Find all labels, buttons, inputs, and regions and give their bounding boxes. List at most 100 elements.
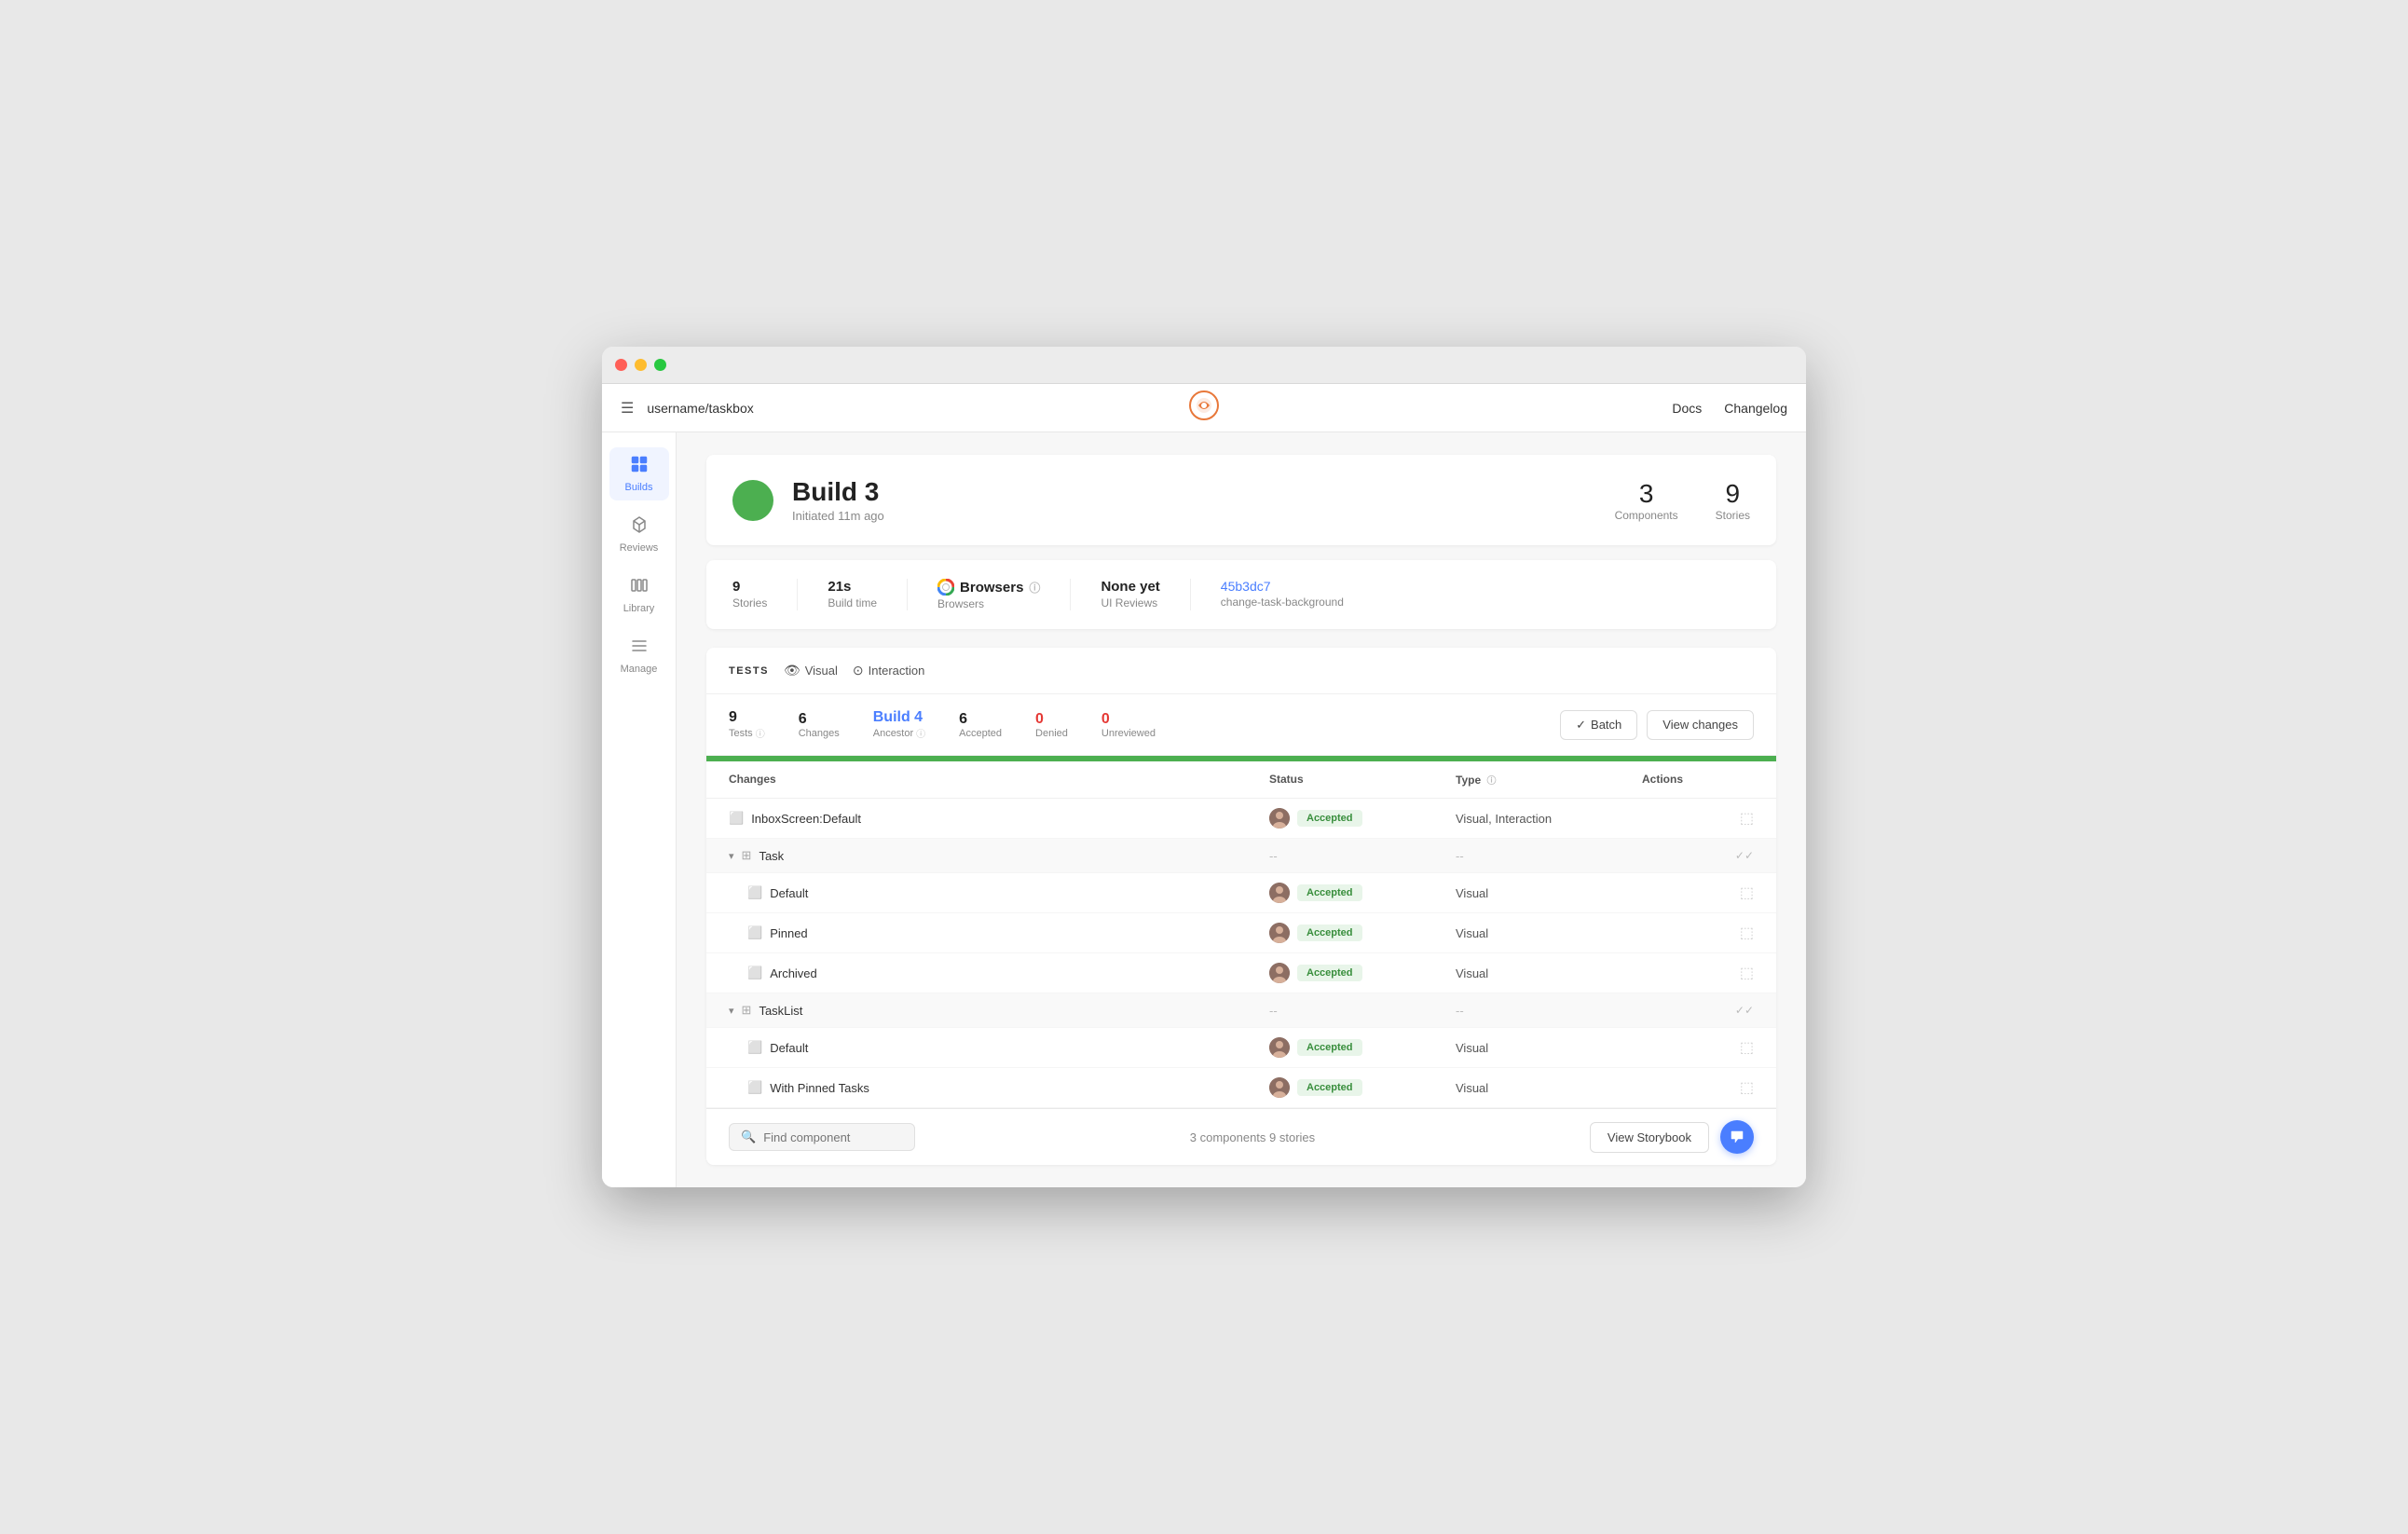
changelog-link[interactable]: Changelog	[1724, 401, 1787, 416]
denied-num: 0	[1035, 711, 1068, 728]
type-help-icon: ⓘ	[1486, 776, 1496, 787]
row-name-text: With Pinned Tasks	[770, 1081, 869, 1095]
sidebar-item-manage-label: Manage	[621, 664, 658, 675]
sidebar-item-library-label: Library	[623, 603, 655, 614]
stories-count: 9	[1716, 479, 1750, 509]
minimize-button[interactable]	[635, 359, 647, 371]
build-subtitle: Initiated 11m ago	[792, 509, 884, 523]
type-cell: --	[1456, 1004, 1642, 1018]
action-icon[interactable]: ⬚	[1740, 924, 1754, 942]
ancestor-label: Ancestor ⓘ	[873, 726, 925, 740]
type-cell: Visual	[1456, 1041, 1642, 1055]
table-row: ⬜ Pinned Accepted	[706, 913, 1776, 953]
search-input[interactable]	[763, 1130, 894, 1144]
view-storybook-button[interactable]: View Storybook	[1590, 1122, 1709, 1153]
menu-icon[interactable]: ☰	[621, 399, 634, 418]
build-time-info: 21s Build time	[828, 579, 908, 610]
close-button[interactable]	[615, 359, 627, 371]
sidebar-item-manage[interactable]: Manage	[609, 629, 669, 682]
ancestor-stat: Build 4 Ancestor ⓘ	[873, 709, 925, 740]
action-icon[interactable]: ✓✓	[1735, 849, 1754, 862]
status-cell: Accepted	[1269, 808, 1456, 829]
status-badge: Accepted	[1297, 925, 1362, 941]
commit-link[interactable]: 45b3dc7	[1221, 579, 1271, 594]
checkmark-icon: ✓	[1576, 718, 1586, 733]
chat-icon	[1730, 1130, 1744, 1144]
row-name-text: Archived	[770, 966, 817, 980]
table-row: ⬜ Archived Accepted	[706, 953, 1776, 993]
components-label: Components	[1615, 509, 1678, 522]
components-stat: 3 Components	[1615, 479, 1678, 522]
action-icon[interactable]: ⬚	[1740, 883, 1754, 902]
sidebar-item-reviews[interactable]: Reviews	[609, 508, 669, 561]
collapse-icon[interactable]: ▾	[729, 1005, 734, 1017]
avatar	[1269, 808, 1290, 829]
row-name: ▾ ⊞ Task	[729, 848, 1269, 863]
library-icon	[630, 576, 649, 599]
action-icon[interactable]: ✓✓	[1735, 1004, 1754, 1017]
action-icon[interactable]: ⬚	[1740, 1078, 1754, 1097]
story-icon: ⬜	[747, 1080, 762, 1095]
components-count: 3	[1615, 479, 1678, 509]
status-badge: Accepted	[1297, 1079, 1362, 1096]
ui-reviews-value: None yet	[1101, 579, 1159, 595]
status-cell: Accepted	[1269, 923, 1456, 943]
row-name: ⬜ Archived	[729, 966, 1269, 980]
ui-reviews-info: None yet UI Reviews	[1101, 579, 1190, 610]
batch-button[interactable]: ✓ Batch	[1560, 710, 1637, 740]
row-name-text: Default	[770, 1041, 808, 1055]
build-status-indicator	[732, 480, 773, 521]
action-icon[interactable]: ⬚	[1740, 1038, 1754, 1057]
sidebar: Builds Reviews	[602, 432, 677, 1187]
chat-fab[interactable]	[1720, 1120, 1754, 1154]
tests-stats-bar: 9 Tests ⓘ 6 Changes Build 4 Ancestor	[706, 694, 1776, 756]
status-badge: Accepted	[1297, 810, 1362, 827]
accepted-num: 6	[959, 711, 1002, 728]
stories-stat: 9 Stories	[1716, 479, 1750, 522]
interaction-filter-label: Interaction	[869, 664, 925, 678]
table-row: ⬜ Default Accepted	[706, 873, 1776, 913]
row-name: ▾ ⊞ TaskList	[729, 1003, 1269, 1018]
denied-stat: 0 Denied	[1035, 711, 1068, 739]
row-name-text: Default	[770, 886, 808, 900]
view-changes-button[interactable]: View changes	[1647, 710, 1754, 740]
avatar-img	[1269, 963, 1290, 983]
tests-label: Tests ⓘ	[729, 726, 765, 740]
sidebar-item-reviews-label: Reviews	[620, 542, 659, 554]
titlebar	[602, 347, 1806, 384]
table-row: ▾ ⊞ Task -- -- ✓✓	[706, 839, 1776, 873]
col-changes: Changes	[729, 773, 1269, 787]
action-icon[interactable]: ⬚	[1740, 964, 1754, 982]
action-icon[interactable]: ⬚	[1740, 809, 1754, 828]
tests-title: TESTS	[729, 665, 769, 677]
docs-link[interactable]: Docs	[1672, 401, 1702, 416]
interaction-filter[interactable]: ⊙ Interaction	[853, 663, 924, 678]
eye-icon: 👁	[784, 663, 800, 678]
content-area: Build 3 Initiated 11m ago 3 Components 9…	[677, 432, 1806, 1187]
sidebar-item-library[interactable]: Library	[609, 568, 669, 622]
maximize-button[interactable]	[654, 359, 666, 371]
story-icon: ⬜	[747, 966, 762, 980]
chrome-icon	[937, 579, 954, 596]
actions-cell: ✓✓	[1642, 1004, 1754, 1017]
traffic-lights	[615, 359, 666, 371]
sidebar-item-builds[interactable]: Builds	[609, 447, 669, 500]
row-name-text: Task	[759, 849, 784, 863]
stories-label: Stories	[1716, 509, 1750, 522]
table-row: ⬜ InboxScreen:Default Acc	[706, 799, 1776, 839]
row-name: ⬜ With Pinned Tasks	[729, 1080, 1269, 1095]
actions-cell: ⬚	[1642, 1038, 1754, 1057]
table-row: ▾ ⊞ TaskList -- -- ✓✓	[706, 993, 1776, 1028]
status-badge: Accepted	[1297, 965, 1362, 981]
actions-cell: ⬚	[1642, 1078, 1754, 1097]
collapse-icon[interactable]: ▾	[729, 850, 734, 862]
unreviewed-num: 0	[1101, 711, 1156, 728]
avatar	[1269, 1037, 1290, 1058]
avatar-img	[1269, 1037, 1290, 1058]
ancestor-num[interactable]: Build 4	[873, 709, 925, 726]
table-row: ⬜ Default Accepted	[706, 1028, 1776, 1068]
visual-filter[interactable]: 👁 Visual	[784, 663, 838, 678]
status-cell: Accepted	[1269, 1037, 1456, 1058]
table-row: ⬜ With Pinned Tasks Accep	[706, 1068, 1776, 1108]
reviews-icon	[630, 515, 649, 539]
